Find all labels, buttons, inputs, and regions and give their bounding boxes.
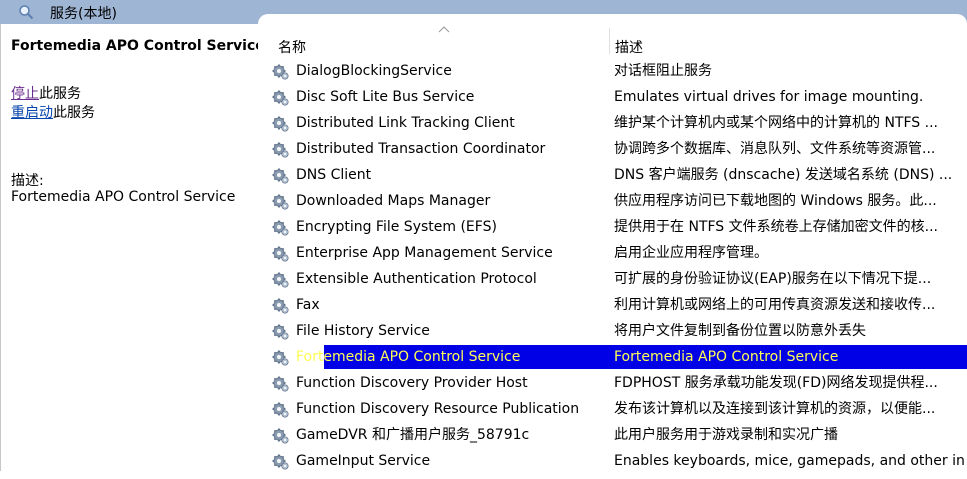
service-row[interactable]: Function Discovery Provider Host FDPHOST … [258,370,967,396]
service-row[interactable]: File History Service 将用户文件复制到备份位置以防意外丢失 [258,318,967,344]
service-row[interactable]: GameInput Service Enables keyboards, mice… [258,448,967,474]
gear-icon [272,375,289,392]
gear-icon [272,141,289,158]
service-row[interactable]: Downloaded Maps Manager 供应用程序访问已下载地图的 Win… [258,188,967,214]
stop-suffix: 此服务 [39,86,81,102]
service-name: Encrypting File System (EFS) [296,219,497,235]
stop-action: 停止此服务 [11,85,95,104]
service-row[interactable]: DialogBlockingService 对话框阻止服务 [258,58,967,84]
stop-service-link[interactable]: 停止 [11,86,39,102]
service-description: 可扩展的身份验证协议(EAP)服务在以下情况下提... [614,271,932,287]
service-name: GameInput Service [296,453,431,469]
service-description: Emulates virtual drives for image mounti… [614,89,924,105]
column-header-name[interactable]: 名称 [278,37,306,57]
service-row[interactable]: Distributed Transaction Coordinator 协调跨多个… [258,136,967,162]
services-list: DialogBlockingService 对话框阻止服务 Disc Soft Li… [258,58,967,474]
service-row[interactable]: GameDVR 和广播用户服务_58791c 此用户服务用于游戏录制和实况广播 [258,422,967,448]
magnifier-icon [19,5,34,20]
service-description: FDPHOST 服务承载功能发现(FD)网络发现提供程... [614,375,938,391]
service-row[interactable]: Distributed Link Tracking Client 维护某个计算机内… [258,110,967,136]
service-row[interactable]: Fax 利用计算机或网络上的可用传真资源发送和接收传... [258,292,967,318]
service-row[interactable]: DNS Client DNS 客户端服务 (dnscache) 发送域名系统 (D… [258,162,967,188]
service-row[interactable]: Fortemedia APO Control Service Fortemedia… [258,344,967,370]
service-description: DNS 客户端服务 (dnscache) 发送域名系统 (DNS) ... [614,167,953,183]
service-name: Function Discovery Provider Host [296,375,528,391]
restart-suffix: 此服务 [53,105,95,121]
column-divider[interactable] [609,28,610,54]
service-description: 将用户文件复制到备份位置以防意外丢失 [614,323,866,339]
restart-action: 重启动此服务 [11,104,95,123]
service-actions: 停止此服务 重启动此服务 [11,85,95,123]
description-label: 描述: [11,173,44,189]
service-description: 利用计算机或网络上的可用传真资源发送和接收传... [614,297,936,313]
sort-ascending-icon[interactable] [438,26,450,33]
service-description: 发布该计算机以及连接到该计算机的资源，以便能... [614,401,936,417]
gear-icon [272,401,289,418]
gear-icon [272,427,289,444]
service-name: Distributed Transaction Coordinator [296,141,546,157]
selected-service-title: Fortemedia APO Control Service [11,38,265,54]
gear-icon [272,297,289,314]
service-description: 启用企业应用程序管理。 [614,245,768,261]
gear-icon [272,63,289,80]
gear-icon [272,89,289,106]
service-name: GameDVR 和广播用户服务_58791c [296,427,530,443]
service-description: Fortemedia APO Control Service [614,349,839,365]
column-header-description[interactable]: 描述 [615,37,643,57]
gear-icon [272,219,289,236]
gear-icon [272,115,289,132]
gear-icon [272,245,289,262]
restart-service-link[interactable]: 重启动 [11,105,53,121]
service-description: 提供用于在 NTFS 文件系统卷上存储加密文件的核... [614,219,938,235]
service-name: Distributed Link Tracking Client [296,115,515,131]
gear-icon [272,167,289,184]
service-name: Function Discovery Resource Publication [296,401,580,417]
service-name: Disc Soft Lite Bus Service [296,89,475,105]
gear-icon [272,453,289,470]
service-description: 协调跨多个数据库、消息队列、文件系统等资源管... [614,141,936,157]
service-description: 供应用程序访问已下载地图的 Windows 服务。此... [614,193,937,209]
service-description: 维护某个计算机内或某个网络中的计算机的 NTFS ... [614,115,938,131]
service-name: Extensible Authentication Protocol [296,271,537,287]
service-name: DialogBlockingService [296,63,452,79]
gear-icon [272,323,289,340]
service-description: 此用户服务用于游戏录制和实况广播 [614,427,838,443]
service-row[interactable]: Enterprise App Management Service 启用企业应用程… [258,240,967,266]
service-name: Fax [296,297,320,313]
service-name: Fortemedia APO Control Service [296,349,521,365]
window-title: 服务(本地) [50,6,117,22]
table-header: 名称 描述 [258,24,967,58]
service-name: File History Service [296,323,430,339]
description-text: Fortemedia APO Control Service [11,189,236,205]
service-row[interactable]: Disc Soft Lite Bus Service Emulates virtu… [258,84,967,110]
service-name: Enterprise App Management Service [296,245,553,261]
service-name: DNS Client [296,167,372,183]
service-row[interactable]: Encrypting File System (EFS) 提供用于在 NTFS 文… [258,214,967,240]
service-description: Enables keyboards, mice, gamepads, and o… [614,453,964,469]
gear-icon [272,271,289,288]
gear-icon [272,193,289,210]
service-name: Downloaded Maps Manager [296,193,491,209]
service-description: 对话框阻止服务 [614,63,712,79]
service-detail-pane: Fortemedia APO Control Service 停止此服务 重启动… [0,24,265,471]
service-row[interactable]: Extensible Authentication Protocol 可扩展的身份… [258,266,967,292]
service-row[interactable]: Function Discovery Resource Publication 发… [258,396,967,422]
gear-icon [272,349,289,366]
